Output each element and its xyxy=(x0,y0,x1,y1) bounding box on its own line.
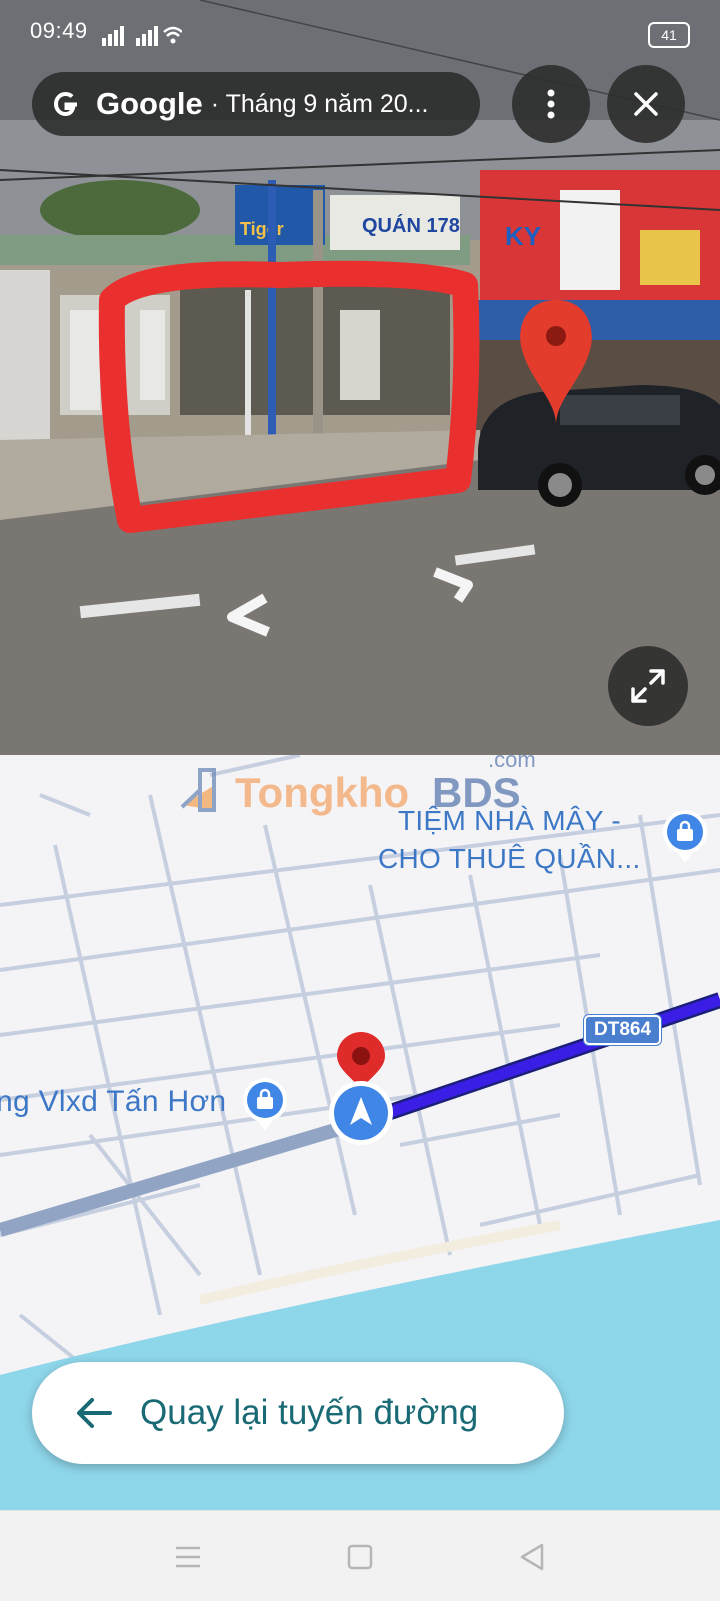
capture-date: · Tháng 9 năm 20... xyxy=(210,89,429,118)
expand-button[interactable] xyxy=(608,646,688,726)
watermark-tongkho: Tongkho xyxy=(235,769,410,816)
more-options-button[interactable] xyxy=(512,65,590,143)
close-button[interactable] xyxy=(607,65,685,143)
status-time: 09:49 xyxy=(30,18,88,43)
back-to-route-label: Quay lại tuyến đường xyxy=(140,1393,479,1432)
battery-indicator: 41 xyxy=(648,22,690,48)
back-icon xyxy=(520,1543,544,1571)
back-arrow-icon xyxy=(77,1398,112,1428)
home-icon xyxy=(347,1544,373,1570)
recents-icon xyxy=(176,1546,200,1568)
more-vert-icon xyxy=(547,89,555,119)
recents-button[interactable] xyxy=(168,1537,208,1577)
google-g-icon xyxy=(53,91,77,117)
poi-label-line2[interactable]: CHO THUÊ QUẦN... xyxy=(378,843,641,875)
back-to-route-button[interactable]: Quay lại tuyến đường xyxy=(32,1362,564,1464)
shopping-bag-icon[interactable] xyxy=(660,807,710,870)
tiger-sign: Tiger xyxy=(240,219,284,239)
back-button[interactable] xyxy=(512,1537,552,1577)
poi-label-vlxd[interactable]: ng Vlxd Tấn Hơn xyxy=(0,1085,226,1119)
street-view-info-pill[interactable]: Google · Tháng 9 năm 20... xyxy=(32,72,480,136)
close-icon xyxy=(634,92,658,116)
home-button[interactable] xyxy=(340,1537,380,1577)
navigation-arrow-icon xyxy=(327,1079,395,1152)
banner-sign: KY xyxy=(505,221,541,251)
watermark-com: .com xyxy=(488,755,536,772)
signal-icon xyxy=(102,24,183,51)
shopping-bag-icon[interactable] xyxy=(240,1075,290,1138)
street-view-image[interactable]: QUÁN 178 Tiger KY 09:49 41 Google · Thán… xyxy=(0,0,720,755)
google-brand: Google xyxy=(96,86,203,121)
system-nav-bar xyxy=(0,1510,720,1601)
expand-icon xyxy=(631,669,665,703)
poi-label-line1[interactable]: TIỆM NHÀ MÂY - xyxy=(398,805,621,837)
shop-sign: QUÁN 178 xyxy=(362,214,460,237)
road-label-badge: DT864 xyxy=(584,1015,662,1045)
